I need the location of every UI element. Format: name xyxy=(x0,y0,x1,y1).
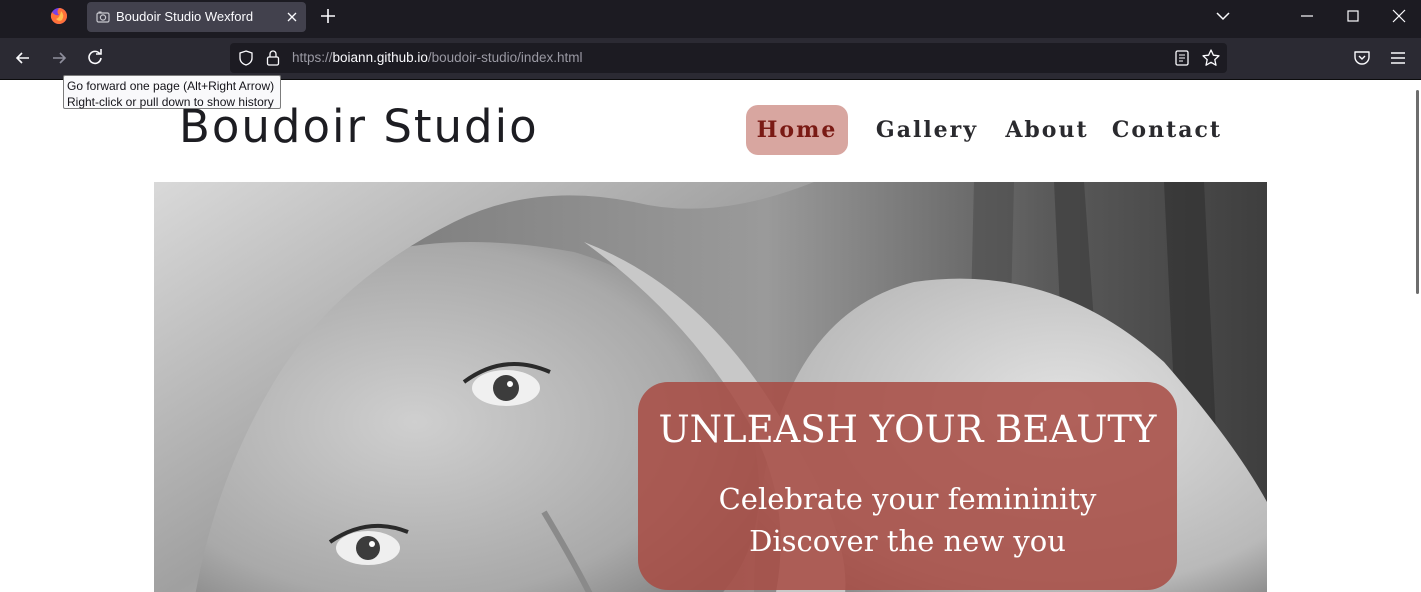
shield-icon[interactable] xyxy=(238,50,254,66)
arrow-right-icon[interactable] xyxy=(49,48,69,68)
hero-headline: UNLEASH YOUR BEAUTY xyxy=(658,408,1157,451)
url-host: boiann.github.io xyxy=(332,50,428,65)
reload-icon[interactable] xyxy=(85,48,105,68)
hero-banner: UNLEASH YOUR BEAUTY Celebrate your femin… xyxy=(154,182,1267,592)
maximize-icon[interactable] xyxy=(1344,7,1362,25)
chevron-down-icon[interactable] xyxy=(1214,7,1232,25)
url-path: /boudoir-studio/index.html xyxy=(427,50,583,65)
page-scrollbar[interactable] xyxy=(1416,90,1419,294)
tab-title: Boudoir Studio Wexford xyxy=(116,9,254,24)
star-icon[interactable] xyxy=(1201,48,1221,68)
plus-icon[interactable] xyxy=(318,6,338,26)
hamburger-menu-icon[interactable] xyxy=(1388,48,1408,68)
hero-tagline-2: Discover the new you xyxy=(749,524,1066,558)
camera-icon xyxy=(96,11,110,23)
lock-icon[interactable] xyxy=(265,49,281,67)
tooltip-line-2: Right-click or pull down to show history xyxy=(67,95,274,109)
pocket-icon[interactable] xyxy=(1352,48,1372,68)
reader-view-icon[interactable] xyxy=(1173,49,1191,67)
minimize-icon[interactable] xyxy=(1298,7,1316,25)
nav-link-about[interactable]: About xyxy=(1000,105,1094,155)
firefox-icon[interactable] xyxy=(50,7,68,25)
nav-link-gallery[interactable]: Gallery xyxy=(869,105,985,155)
arrow-left-icon[interactable] xyxy=(13,48,33,68)
hero-callout: UNLEASH YOUR BEAUTY Celebrate your femin… xyxy=(638,382,1177,590)
url-bar[interactable]: https://boiann.github.io/boudoir-studio/… xyxy=(230,43,1227,73)
tab-active[interactable]: Boudoir Studio Wexford xyxy=(87,2,306,32)
close-icon[interactable] xyxy=(283,8,301,26)
tooltip-line-1: Go forward one page (Alt+Right Arrow) xyxy=(67,79,275,93)
hero-tagline-1: Celebrate your femininity xyxy=(718,482,1097,516)
web-page: Boudoir Studio Home Gallery About Contac… xyxy=(0,80,1421,592)
tab-strip: Boudoir Studio Wexford xyxy=(0,0,1421,38)
url-prefix: https:// xyxy=(292,50,333,65)
navigation-toolbar: https://boiann.github.io/boudoir-studio/… xyxy=(0,38,1421,80)
nav-link-contact[interactable]: Contact xyxy=(1108,105,1226,155)
forward-button-tooltip: Go forward one page (Alt+Right Arrow) Ri… xyxy=(63,75,281,109)
nav-link-home[interactable]: Home xyxy=(746,105,848,155)
window-close-icon[interactable] xyxy=(1390,7,1408,25)
url-text[interactable]: https://boiann.github.io/boudoir-studio/… xyxy=(292,50,582,65)
